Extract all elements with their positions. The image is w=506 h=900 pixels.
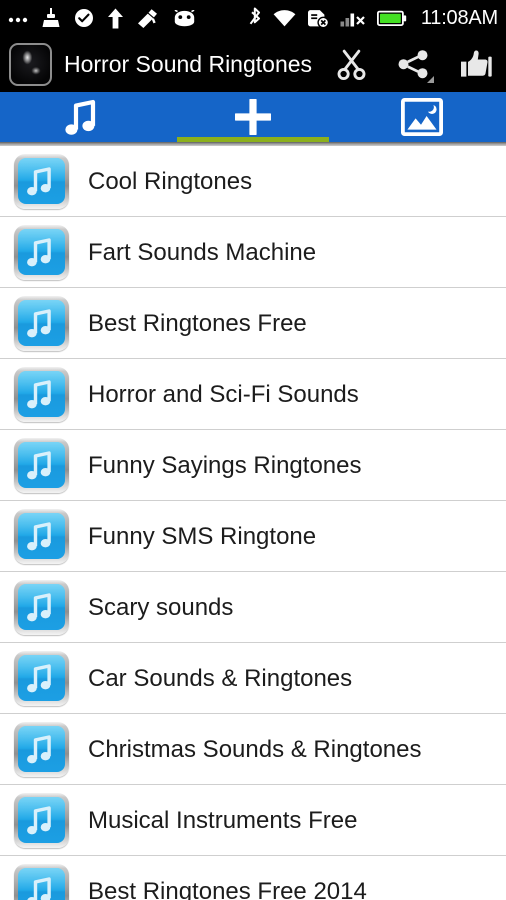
music-note-icon <box>14 509 69 564</box>
status-bar: 11:08AM <box>0 0 506 36</box>
music-note-icon <box>14 793 69 848</box>
battery-full-icon <box>376 10 407 26</box>
app-logo-icon[interactable] <box>9 42 52 86</box>
music-note-icon <box>14 864 69 900</box>
music-note-icon <box>14 438 69 493</box>
more-dots-icon <box>8 17 28 23</box>
list-item-label: Cool Ringtones <box>88 167 253 195</box>
list-item[interactable]: Funny SMS Ringtone <box>0 501 506 572</box>
music-note-icon <box>65 99 96 135</box>
chevron-down-icon <box>427 76 434 83</box>
list-item-label: Christmas Sounds & Ringtones <box>88 735 422 763</box>
image-icon <box>400 98 443 136</box>
list-item-label: Scary sounds <box>88 593 234 621</box>
music-note-icon <box>14 651 69 706</box>
cut-icon <box>337 49 365 80</box>
tab-ringtones[interactable] <box>0 92 169 142</box>
music-note-icon <box>14 580 69 635</box>
status-bar-clock: 11:08AM <box>420 6 498 29</box>
status-bar-notification-icons <box>8 7 197 29</box>
list-item-label: Car Sounds & Ringtones <box>88 664 353 692</box>
tab-more-apps[interactable] <box>169 92 338 142</box>
list-item[interactable]: Fart Sounds Machine <box>0 217 506 288</box>
app-title-bar: Horror Sound Ringtones <box>0 36 506 92</box>
bluetooth-icon <box>249 7 260 25</box>
list-item-label: Best Ringtones Free 2014 <box>88 877 367 900</box>
list-item[interactable]: Funny Sayings Ringtones <box>0 430 506 501</box>
music-note-icon <box>14 722 69 777</box>
upload-arrow-icon <box>108 8 123 28</box>
list-item-label: Funny SMS Ringtone <box>88 522 317 550</box>
broom-icon <box>138 8 157 28</box>
share-icon <box>398 49 427 78</box>
wifi-icon <box>273 9 296 26</box>
cut-button[interactable] <box>332 44 370 84</box>
no-signal-icon <box>340 13 365 26</box>
list-item[interactable]: Car Sounds & Ringtones <box>0 643 506 714</box>
list-item[interactable]: Best Ringtones Free 2014 <box>0 856 506 900</box>
cleaner-icon <box>42 8 60 27</box>
list-item[interactable]: Best Ringtones Free <box>0 288 506 359</box>
page-title: Horror Sound Ringtones <box>64 50 313 77</box>
status-bar-system-icons: 11:08AM <box>249 7 498 30</box>
list-item[interactable]: Scary sounds <box>0 572 506 643</box>
list-item[interactable]: Horror and Sci-Fi Sounds <box>0 359 506 430</box>
list-item-label: Fart Sounds Machine <box>88 238 317 266</box>
list-item[interactable]: Musical Instruments Free <box>0 785 506 856</box>
tab-active-indicator <box>176 137 330 142</box>
list-item[interactable]: Christmas Sounds & Ringtones <box>0 714 506 785</box>
phone-screen: 11:08AM Horror Sound Ringtones Cool Ring… <box>0 0 506 900</box>
list-item[interactable]: Cool Ringtones <box>0 146 506 217</box>
tab-bar <box>0 92 506 142</box>
music-note-icon <box>14 154 69 209</box>
list-item-label: Horror and Sci-Fi Sounds <box>88 380 359 408</box>
android-robot-icon <box>174 9 195 26</box>
plus-icon <box>235 99 271 135</box>
check-circle-icon <box>75 9 93 27</box>
app-list[interactable]: Cool Ringtones Fart Sounds Machine Best … <box>0 146 506 900</box>
share-button[interactable] <box>394 44 434 84</box>
thumbs-up-icon <box>461 50 492 77</box>
list-item-label: Best Ringtones Free <box>88 309 307 337</box>
sim-disabled-icon <box>307 9 329 28</box>
music-note-icon <box>14 296 69 351</box>
music-note-icon <box>14 367 69 422</box>
music-note-icon <box>14 225 69 280</box>
list-item-label: Funny Sayings Ringtones <box>88 451 362 479</box>
tab-wallpapers[interactable] <box>337 92 506 142</box>
like-button[interactable] <box>456 44 494 84</box>
list-item-label: Musical Instruments Free <box>88 806 358 834</box>
title-bar-actions <box>332 44 498 84</box>
